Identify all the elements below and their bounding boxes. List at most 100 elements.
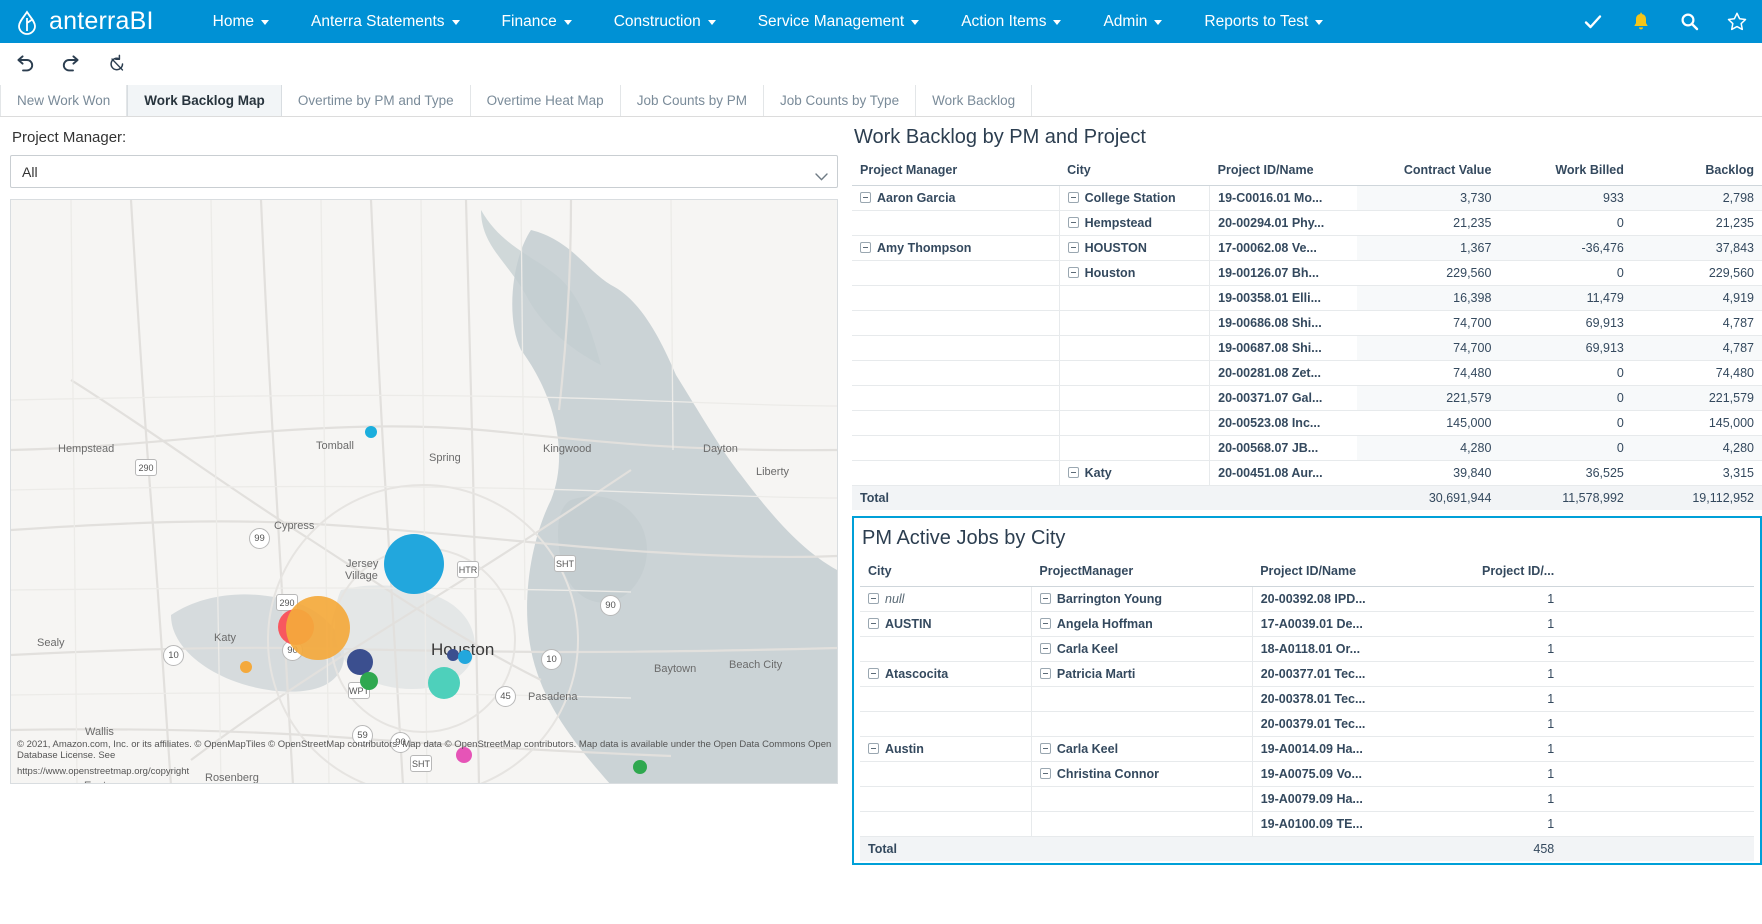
column-header-project-id-name[interactable]: Project ID/Name bbox=[1209, 158, 1358, 186]
nav-item-reports-to-test[interactable]: Reports to Test bbox=[1183, 0, 1344, 43]
cell-project-manager[interactable]: Aaron Garcia bbox=[852, 185, 1060, 211]
reset-button[interactable] bbox=[104, 51, 130, 77]
redo-button[interactable] bbox=[58, 51, 84, 77]
expander-icon[interactable] bbox=[1039, 668, 1051, 679]
bell-icon[interactable] bbox=[1630, 11, 1652, 33]
map-bubble[interactable] bbox=[360, 672, 378, 690]
cell-city[interactable]: Austin bbox=[860, 736, 1032, 762]
table-row[interactable]: 20-00371.07 Gal... 221,579 0 221,579 bbox=[852, 385, 1762, 411]
map-attribution-link[interactable]: https://www.openstreetmap.org/copyright bbox=[17, 766, 189, 777]
column-header-work-billed[interactable]: Work Billed bbox=[1499, 158, 1632, 186]
table-row[interactable]: 19-00686.08 Shi... 74,700 69,913 4,787 bbox=[852, 310, 1762, 336]
map-bubble[interactable] bbox=[458, 650, 472, 664]
map-bubble[interactable] bbox=[365, 426, 377, 438]
tab-new-work-won[interactable]: New Work Won bbox=[0, 85, 128, 116]
expander-icon[interactable] bbox=[1039, 643, 1051, 654]
map-bubble[interactable] bbox=[633, 760, 647, 774]
cell-project-manager[interactable]: Christina Connor bbox=[1031, 761, 1253, 787]
map-bubble[interactable] bbox=[428, 667, 460, 699]
cell-city[interactable]: null bbox=[860, 586, 1032, 612]
table-row[interactable]: 20-00523.08 Inc... 145,000 0 145,000 bbox=[852, 410, 1762, 436]
nav-item-finance[interactable]: Finance bbox=[481, 0, 593, 43]
cell-city[interactable]: Hempstead bbox=[1059, 210, 1211, 236]
expander-icon[interactable] bbox=[860, 242, 871, 253]
table-row[interactable]: Amy Thompson HOUSTON 17-00062.08 Ve... 1… bbox=[852, 235, 1762, 261]
table-row[interactable]: 20-00379.01 Tec... 1 bbox=[860, 711, 1754, 737]
nav-item-service-management[interactable]: Service Management bbox=[737, 0, 940, 43]
work-backlog-map[interactable]: 290 99 HTR 290 SHT 90 10 90 10 WPT 45 59… bbox=[10, 199, 838, 784]
cell-city[interactable]: College Station bbox=[1059, 185, 1211, 211]
expander-icon[interactable] bbox=[1067, 192, 1079, 203]
tab-work-backlog[interactable]: Work Backlog bbox=[916, 85, 1033, 116]
table-row[interactable]: 19-00687.08 Shi... 74,700 69,913 4,787 bbox=[852, 335, 1762, 361]
expander-icon[interactable] bbox=[868, 743, 879, 754]
cell-project-manager[interactable]: Barrington Young bbox=[1031, 586, 1253, 612]
table-row[interactable]: 19-00358.01 Elli... 16,398 11,479 4,919 bbox=[852, 285, 1762, 311]
nav-item-anterra-statements[interactable]: Anterra Statements bbox=[290, 0, 481, 43]
tab-overtime-by-pm-and-type[interactable]: Overtime by PM and Type bbox=[282, 85, 471, 116]
expander-icon[interactable] bbox=[1039, 593, 1051, 604]
cell-project-manager[interactable]: Carla Keel bbox=[1031, 636, 1253, 662]
table-row[interactable]: Katy 20-00451.08 Aur... 39,840 36,525 3,… bbox=[852, 460, 1762, 486]
table-row[interactable]: 19-A0079.09 Ha... 1 bbox=[860, 786, 1754, 812]
check-icon[interactable] bbox=[1582, 11, 1604, 33]
column-header-project-id-name[interactable]: Project ID/Name bbox=[1252, 559, 1429, 587]
table-row[interactable]: Carla Keel 18-A0118.01 Or... 1 bbox=[860, 636, 1754, 662]
table-row[interactable]: Atascocita Patricia Marti 20-00377.01 Te… bbox=[860, 661, 1754, 687]
cell-city[interactable]: AUSTIN bbox=[860, 611, 1032, 637]
cell-project-manager[interactable]: Carla Keel bbox=[1031, 736, 1253, 762]
search-icon[interactable] bbox=[1678, 11, 1700, 33]
expander-icon[interactable] bbox=[868, 593, 879, 604]
table-row[interactable]: Aaron Garcia College Station 19-C0016.01… bbox=[852, 185, 1762, 211]
table-row[interactable]: AUSTIN Angela Hoffman 17-A0039.01 De... … bbox=[860, 611, 1754, 637]
column-header-project-id-count[interactable]: Project ID/... bbox=[1428, 559, 1563, 587]
cell-project-manager[interactable]: Patricia Marti bbox=[1031, 661, 1253, 687]
table-row[interactable]: 20-00568.07 JB... 4,280 0 4,280 bbox=[852, 435, 1762, 461]
map-bubble[interactable] bbox=[384, 534, 444, 594]
expander-icon[interactable] bbox=[1067, 217, 1079, 228]
undo-button[interactable] bbox=[12, 51, 38, 77]
tab-job-counts-by-type[interactable]: Job Counts by Type bbox=[764, 85, 917, 116]
column-header-city[interactable]: City bbox=[1059, 158, 1210, 186]
table-row[interactable]: 20-00281.08 Zet... 74,480 0 74,480 bbox=[852, 360, 1762, 386]
nav-item-action-items[interactable]: Action Items bbox=[940, 0, 1082, 43]
nav-item-construction[interactable]: Construction bbox=[593, 0, 737, 43]
expander-icon[interactable] bbox=[860, 192, 871, 203]
column-header-project-manager[interactable]: Project Manager bbox=[852, 158, 1060, 186]
expander-icon[interactable] bbox=[868, 668, 879, 679]
column-header-project-manager[interactable]: ProjectManager bbox=[1031, 559, 1253, 587]
star-icon[interactable] bbox=[1726, 11, 1748, 33]
tab-job-counts-by-pm[interactable]: Job Counts by PM bbox=[621, 85, 764, 116]
map-bubble[interactable] bbox=[286, 596, 350, 660]
expander-icon[interactable] bbox=[1039, 618, 1051, 629]
column-header-city[interactable]: City bbox=[860, 559, 1032, 587]
table-row[interactable]: Houston 19-00126.07 Bh... 229,560 0 229,… bbox=[852, 260, 1762, 286]
column-header-contract-value[interactable]: Contract Value bbox=[1357, 158, 1500, 186]
cell-city[interactable]: Houston bbox=[1059, 260, 1211, 286]
cell-project-manager[interactable]: Amy Thompson bbox=[852, 235, 1060, 261]
table-row[interactable]: Christina Connor 19-A0075.09 Vo... 1 bbox=[860, 761, 1754, 787]
nav-item-home[interactable]: Home bbox=[192, 0, 290, 43]
expander-icon[interactable] bbox=[1067, 242, 1079, 253]
cell-project-manager[interactable]: Angela Hoffman bbox=[1031, 611, 1253, 637]
map-bubble[interactable] bbox=[240, 661, 252, 673]
brand-logo[interactable]: anterraBI bbox=[14, 7, 154, 36]
project-manager-dropdown[interactable]: All bbox=[10, 155, 838, 188]
nav-item-admin[interactable]: Admin bbox=[1082, 0, 1183, 43]
cell-city[interactable]: HOUSTON bbox=[1059, 235, 1211, 261]
expander-icon[interactable] bbox=[1039, 743, 1051, 754]
column-header-backlog[interactable]: Backlog bbox=[1631, 158, 1762, 186]
table-row[interactable]: 19-A0100.09 TE... 1 bbox=[860, 811, 1754, 837]
table-row[interactable]: Hempstead 20-00294.01 Phy... 21,235 0 21… bbox=[852, 210, 1762, 236]
expander-icon[interactable] bbox=[868, 618, 879, 629]
tab-work-backlog-map[interactable]: Work Backlog Map bbox=[127, 85, 282, 116]
expander-icon[interactable] bbox=[1067, 467, 1079, 478]
cell-city[interactable]: Atascocita bbox=[860, 661, 1032, 687]
expander-icon[interactable] bbox=[1067, 267, 1079, 278]
table-row[interactable]: 20-00378.01 Tec... 1 bbox=[860, 686, 1754, 712]
tab-overtime-heat-map[interactable]: Overtime Heat Map bbox=[471, 85, 621, 116]
table-row[interactable]: null Barrington Young 20-00392.08 IPD...… bbox=[860, 586, 1754, 612]
expander-icon[interactable] bbox=[1039, 768, 1051, 779]
cell-city[interactable]: Katy bbox=[1059, 460, 1211, 486]
table-row[interactable]: Austin Carla Keel 19-A0014.09 Ha... 1 bbox=[860, 736, 1754, 762]
